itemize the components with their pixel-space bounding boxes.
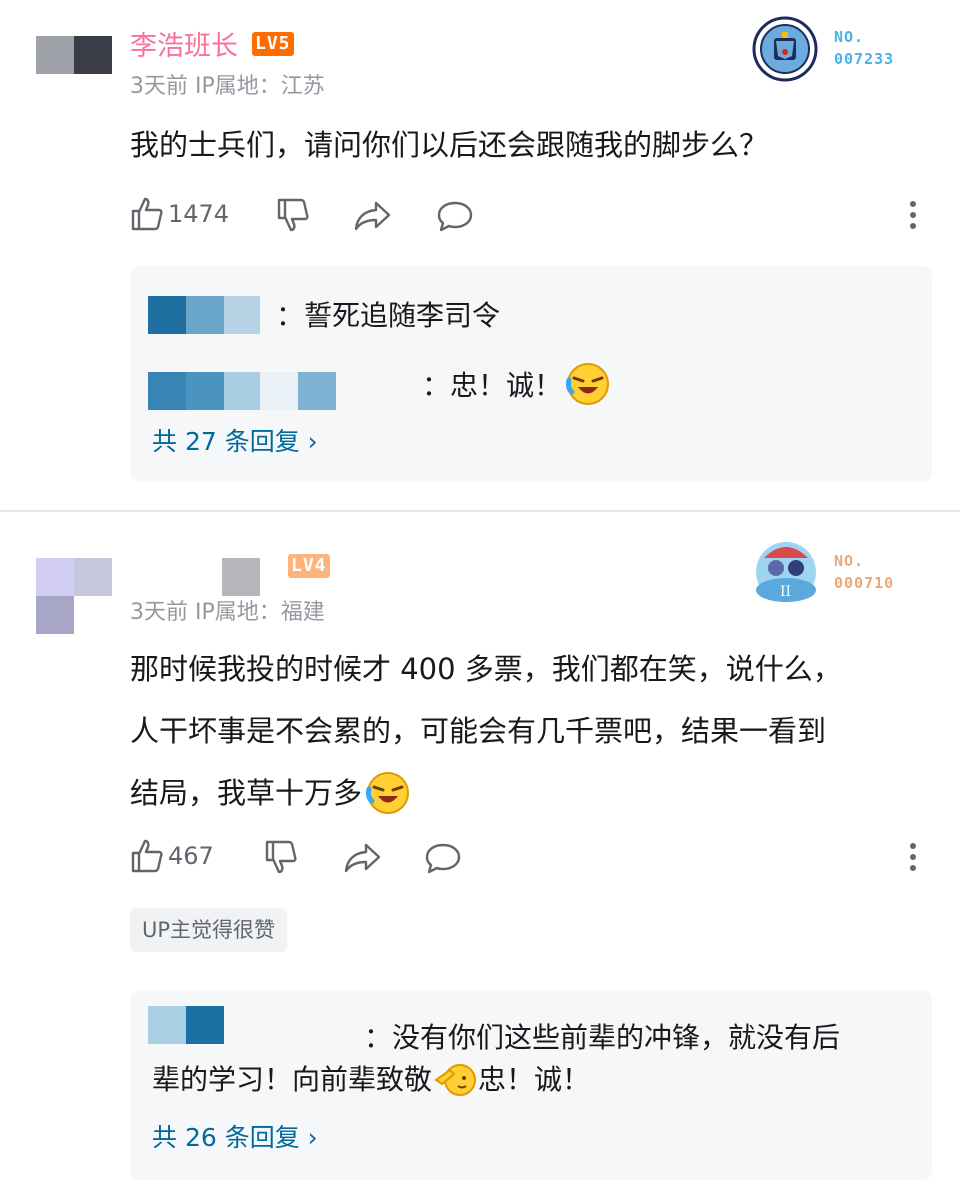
fan-badge[interactable]: II NO. 000710 [750,534,910,606]
reply-button[interactable] [436,200,474,232]
badge-number-label: NO. [834,552,865,570]
thumbs-down-icon [265,840,297,874]
reply-button[interactable] [424,842,462,874]
share-button[interactable] [344,842,382,874]
view-all-replies-link[interactable]: 共 26 条回复 › [152,1118,318,1154]
anime-fan-badge-icon: II [756,542,816,602]
like-button[interactable]: 467 [130,838,214,874]
comment-content: 我的士兵们，请问你们以后还会跟随我的脚步么？ [130,128,769,162]
share-icon [344,843,381,873]
thumbs-down-icon [277,198,309,232]
more-vertical-icon [910,201,916,229]
badge-number-label: NO. [834,28,865,46]
manchester-city-crest-icon [752,16,818,82]
reply-text: 辈的学习！向前辈致敬 [152,1063,433,1096]
like-count: 1474 [168,200,230,228]
replies-preview: ：誓死追随李司令 ：忠！诚！ 共 27 条回复 › [130,266,932,482]
salute-emoji-icon [434,1064,477,1096]
thumbs-up-icon [131,839,163,873]
username[interactable] [222,558,260,596]
reply-avatar-name[interactable] [148,1006,224,1044]
comment-divider [0,510,960,512]
replies-preview: ：没有你们这些前辈的冲锋，就没有后 辈的学习！向前辈致敬 忠！诚！ 共 26 条… [130,990,932,1180]
reply-text: 忠！诚！ [478,1063,591,1096]
up-liked-tag: UP主觉得很赞 [130,908,288,952]
reply-text: ：忠！诚！ [422,369,563,402]
laughing-crying-emoji-icon [566,363,610,405]
dislike-button[interactable] [264,839,298,875]
more-options-button[interactable] [906,841,920,877]
reply-text: ：没有你们这些前辈的冲锋，就没有后 [364,1021,841,1054]
view-all-replies-link[interactable]: 共 27 条回复 › [152,422,318,458]
comment-bubble-icon [437,201,473,232]
fan-badge[interactable]: NO. 007233 [752,16,912,82]
svg-text:II: II [780,584,791,600]
username[interactable]: 李浩班长 [130,24,238,63]
comment-content: 那时候我投的时候才 400 多票，我们都在笑，说什么， 人干坏事是不会累的，可能… [130,638,842,824]
laughing-crying-emoji-icon [366,772,410,814]
dislike-button[interactable] [276,197,310,233]
level-badge: LV4 [288,554,330,578]
reply-text: ：誓死追随李司令 [276,299,501,332]
badge-number: 000710 [834,574,895,592]
comment-meta: 3天前 IP属地：福建 [130,600,325,625]
reply-avatar-name[interactable] [148,296,260,334]
more-vertical-icon [910,843,916,871]
level-badge: LV5 [252,31,294,56]
share-button[interactable] [354,200,392,232]
like-button[interactable]: 1474 [130,196,229,232]
badge-number: 007233 [834,50,895,68]
avatar[interactable] [36,36,112,74]
share-icon [354,201,391,231]
comment-meta: 3天前 IP属地：江苏 [130,74,325,99]
thumbs-up-icon [131,197,163,231]
avatar[interactable] [36,558,112,634]
comment-bubble-icon [425,843,461,874]
like-count: 467 [168,842,214,870]
reply-avatar-name[interactable] [148,372,336,410]
more-options-button[interactable] [906,199,920,235]
